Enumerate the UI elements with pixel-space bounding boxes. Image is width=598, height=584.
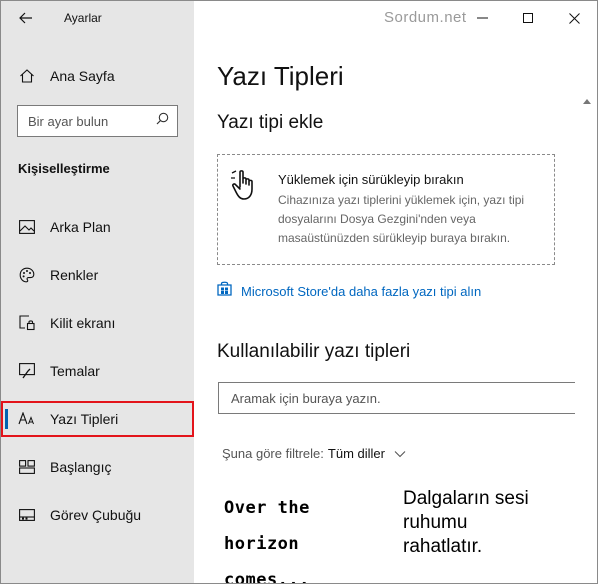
sidebar-item-label: Yazı Tipleri: [50, 411, 119, 427]
sidebar-item-label: Başlangıç: [50, 459, 112, 475]
close-icon: [568, 12, 580, 24]
sidebar-item-label: Renkler: [50, 267, 99, 283]
taskbar-icon: [18, 506, 36, 524]
sidebar-item-fonts[interactable]: Yazı Tipleri: [1, 401, 194, 437]
scroll-up-arrow-icon[interactable]: [581, 95, 593, 107]
section-heading: Kişiselleştirme: [18, 161, 110, 176]
sidebar-item-home[interactable]: Ana Sayfa: [1, 61, 194, 91]
sidebar-item-lock-screen[interactable]: Kilit ekranı: [1, 305, 194, 341]
font-preview-text: Over the: [224, 498, 310, 518]
sidebar-item-label: Temalar: [50, 363, 100, 379]
settings-search-input[interactable]: [28, 113, 148, 129]
drag-hand-icon: [230, 169, 264, 203]
chevron-down-icon: [394, 450, 406, 457]
maximize-button[interactable]: [505, 1, 551, 35]
drop-zone-description: Cihazınıza yazı tiplerini yüklemek için,…: [278, 193, 525, 245]
title-bar-left: Ayarlar: [1, 1, 194, 35]
sidebar-item-label: Kilit ekranı: [50, 315, 116, 331]
store-bag-icon: [217, 281, 232, 301]
sidebar-item-background[interactable]: Arka Plan: [1, 209, 194, 245]
home-icon: [18, 67, 36, 85]
available-fonts-heading: Kullanılabilir yazı tipleri: [217, 341, 411, 362]
minimize-icon: [476, 17, 488, 19]
store-link-text: Microsoft Store'da daha fazla yazı tipi …: [241, 283, 482, 299]
sidebar-item-start[interactable]: Başlangıç: [1, 449, 194, 485]
title-bar-right: Sordum.net: [194, 1, 597, 35]
sidebar: Ayarlar Ana Sayfa Kişiselleştirme: [1, 1, 194, 583]
filter-value: Tüm diller: [327, 446, 385, 461]
main-content: Yazı Tipleri Yazı tipi ekle Yüklemek içi…: [194, 35, 597, 584]
lock-screen-icon: [18, 314, 36, 332]
font-search-input[interactable]: [231, 390, 531, 406]
close-button[interactable]: [551, 1, 597, 35]
font-drop-zone[interactable]: Yüklemek için sürükleyip bırakın Cihazın…: [217, 154, 555, 265]
settings-search-box[interactable]: [17, 105, 178, 137]
watermark-text: Sordum.net: [384, 9, 467, 26]
palette-icon: [18, 266, 36, 284]
sidebar-nav: Arka Plan Renkler Kilit ekranı Temalar Y…: [1, 209, 194, 545]
sidebar-item-label: Arka Plan: [50, 219, 111, 235]
add-font-heading: Yazı tipi ekle: [217, 112, 324, 133]
settings-window: Ayarlar Ana Sayfa Kişiselleştirme: [0, 0, 598, 584]
font-icon: [18, 410, 36, 428]
sidebar-item-taskbar[interactable]: Görev Çubuğu: [1, 497, 194, 533]
font-preview-card[interactable]: Dalgaların sesi ruhumu rahatlatır.: [403, 487, 533, 559]
sidebar-item-themes[interactable]: Temalar: [1, 353, 194, 389]
back-arrow-icon: [19, 12, 32, 24]
drop-zone-title: Yüklemek için sürükleyip bırakın: [278, 172, 464, 187]
back-button[interactable]: [15, 8, 37, 28]
app-title: Ayarlar: [64, 11, 102, 25]
filter-dropdown[interactable]: Tüm diller: [328, 446, 406, 461]
filter-label: Şuna göre filtrele:: [222, 446, 324, 461]
language-filter: Şuna göre filtrele: Tüm diller: [222, 446, 406, 461]
sidebar-item-label: Görev Çubuğu: [50, 507, 142, 523]
font-preview-text: ruhumu: [403, 512, 468, 533]
sidebar-item-colors[interactable]: Renkler: [1, 257, 194, 293]
page-title: Yazı Tipleri: [217, 61, 344, 91]
maximize-icon: [523, 13, 533, 23]
search-icon[interactable]: [156, 112, 169, 130]
start-tiles-icon: [18, 458, 36, 476]
picture-icon: [18, 218, 36, 236]
font-preview-text: horizon comes...: [224, 534, 310, 584]
font-preview-text: Dalgaların sesi: [403, 488, 529, 509]
font-preview-card[interactable]: Over the horizon comes...: [224, 490, 384, 584]
minimize-button[interactable]: [459, 1, 505, 35]
font-preview-text: rahatlatır.: [403, 536, 483, 557]
font-search-box[interactable]: [218, 382, 575, 414]
microsoft-store-link[interactable]: Microsoft Store'da daha fazla yazı tipi …: [217, 281, 481, 301]
sidebar-item-label: Ana Sayfa: [50, 68, 115, 84]
theme-brush-icon: [18, 362, 36, 380]
